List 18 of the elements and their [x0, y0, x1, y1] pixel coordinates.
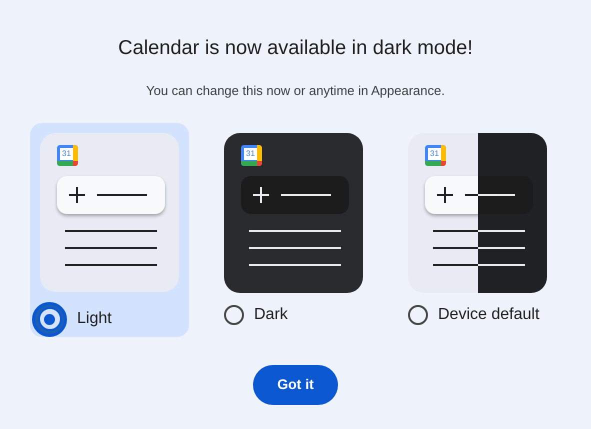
calendar-logo-icon: 31	[425, 144, 446, 166]
calendar-logo-icon: 31	[241, 144, 262, 166]
option-label: Light	[77, 309, 112, 329]
plus-icon	[253, 186, 269, 202]
plus-icon	[437, 186, 453, 202]
radio-button[interactable]	[32, 302, 67, 336]
dialog-title: Calendar is now available in dark mode!	[118, 36, 473, 61]
radio-button[interactable]	[408, 304, 428, 324]
plus-icon	[69, 186, 85, 202]
option-label: Dark	[254, 304, 288, 324]
theme-option[interactable]: 31 Light	[30, 122, 189, 336]
theme-option[interactable]: 31 Dark	[214, 122, 373, 336]
calendar-logo-icon: 31	[57, 144, 78, 166]
dialog-subtitle: You can change this now or anytime in Appearance.	[146, 82, 445, 100]
radio-button[interactable]	[224, 304, 244, 324]
theme-option[interactable]: 31 Device default	[398, 122, 557, 336]
got-it-button[interactable]: Got it	[253, 364, 338, 404]
option-label: Device default	[438, 304, 540, 324]
